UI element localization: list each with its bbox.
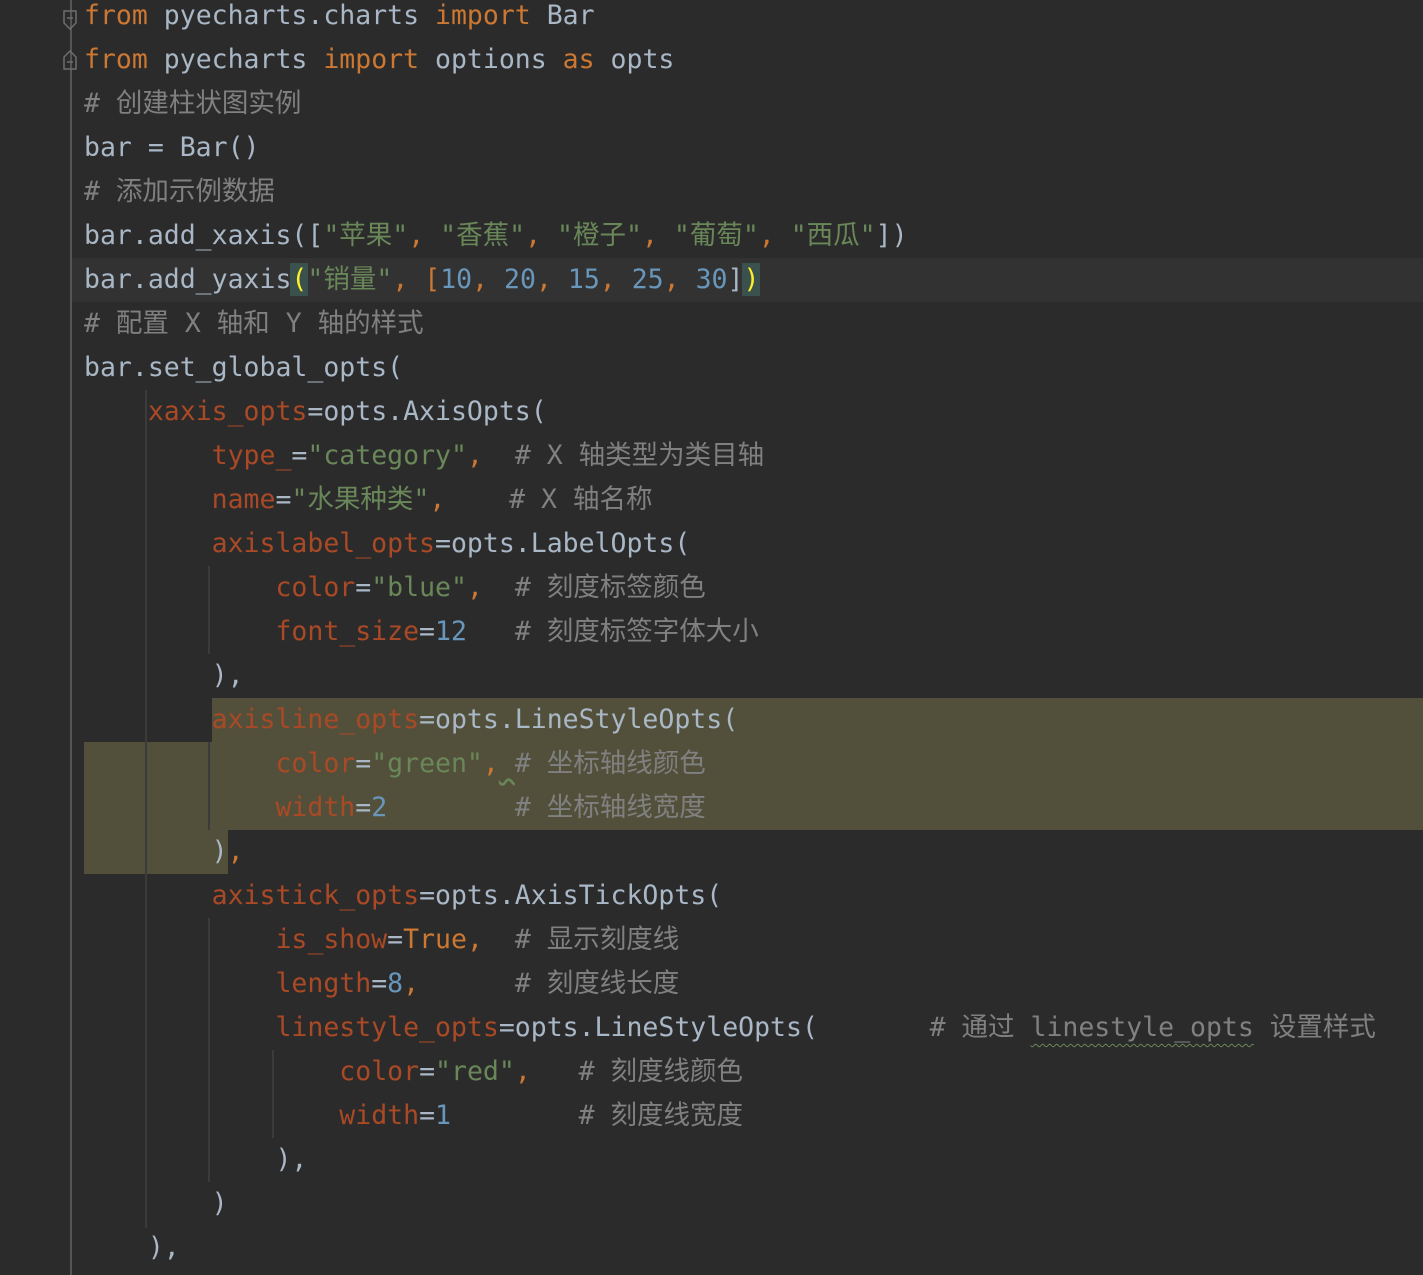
code-line-selected[interactable]: ), <box>84 830 244 874</box>
code-line[interactable]: color="blue", # 刻度标签颜色 <box>84 566 705 610</box>
matched-brace: ( <box>290 263 309 296</box>
code-line[interactable]: color="red", # 刻度线颜色 <box>84 1050 743 1094</box>
code-line[interactable]: bar.add_xaxis(["苹果", "香蕉", "橙子", "葡萄", "… <box>84 214 908 258</box>
code-line[interactable]: ), <box>84 1226 180 1270</box>
code-line[interactable]: linestyle_opts=opts.LineStyleOpts( # 通过 … <box>84 1006 1375 1050</box>
whitespace-warning <box>499 748 515 779</box>
code-line[interactable]: length=8, # 刻度线长度 <box>84 962 679 1006</box>
code-line[interactable]: # 创建柱状图实例 <box>84 82 301 126</box>
code-line[interactable]: ) <box>84 1182 228 1226</box>
code-line[interactable]: font_size=12 # 刻度标签字体大小 <box>84 610 758 654</box>
code-line[interactable]: name="水果种类", # X 轴名称 <box>84 478 653 522</box>
code-line[interactable]: from pyecharts.charts import Bar <box>84 0 595 38</box>
spellcheck-typo: linestyle_opts <box>1030 1012 1254 1043</box>
code-line[interactable]: # 添加示例数据 <box>84 170 275 214</box>
code-line[interactable]: axislabel_opts=opts.LabelOpts( <box>84 522 691 566</box>
code-line[interactable]: ), <box>84 654 244 698</box>
code-line-selected[interactable]: axisline_opts=opts.LineStyleOpts( <box>84 698 739 742</box>
code-line[interactable]: axistick_opts=opts.AxisTickOpts( <box>84 874 723 918</box>
fold-close-icon[interactable] <box>63 50 77 70</box>
code-line[interactable]: ), <box>84 1138 307 1182</box>
editor-gutter <box>0 0 72 1275</box>
code-line[interactable]: is_show=True, # 显示刻度线 <box>84 918 679 962</box>
code-line-current[interactable]: bar.add_yaxis("销量", [10, 20, 15, 25, 30]… <box>84 258 761 302</box>
code-line[interactable]: from pyecharts import options as opts <box>84 38 674 82</box>
code-line[interactable]: type_="category", # X 轴类型为类目轴 <box>84 434 765 478</box>
code-line-selected[interactable]: color="green", # 坐标轴线颜色 <box>84 742 705 786</box>
code-editor[interactable]: from pyecharts.charts import Bar from py… <box>0 0 1423 1275</box>
code-line[interactable]: xaxis_opts=opts.AxisOpts( <box>84 390 547 434</box>
fold-open-icon[interactable] <box>63 10 77 30</box>
code-line[interactable]: bar = Bar() <box>84 126 260 170</box>
code-line[interactable]: # 配置 X 轴和 Y 轴的样式 <box>84 302 424 346</box>
matched-brace: ) <box>742 263 761 296</box>
code-line[interactable]: width=1 # 刻度线宽度 <box>84 1094 743 1138</box>
code-line-selected[interactable]: width=2 # 坐标轴线宽度 <box>84 786 705 830</box>
code-line[interactable]: bar.set_global_opts( <box>84 346 403 390</box>
